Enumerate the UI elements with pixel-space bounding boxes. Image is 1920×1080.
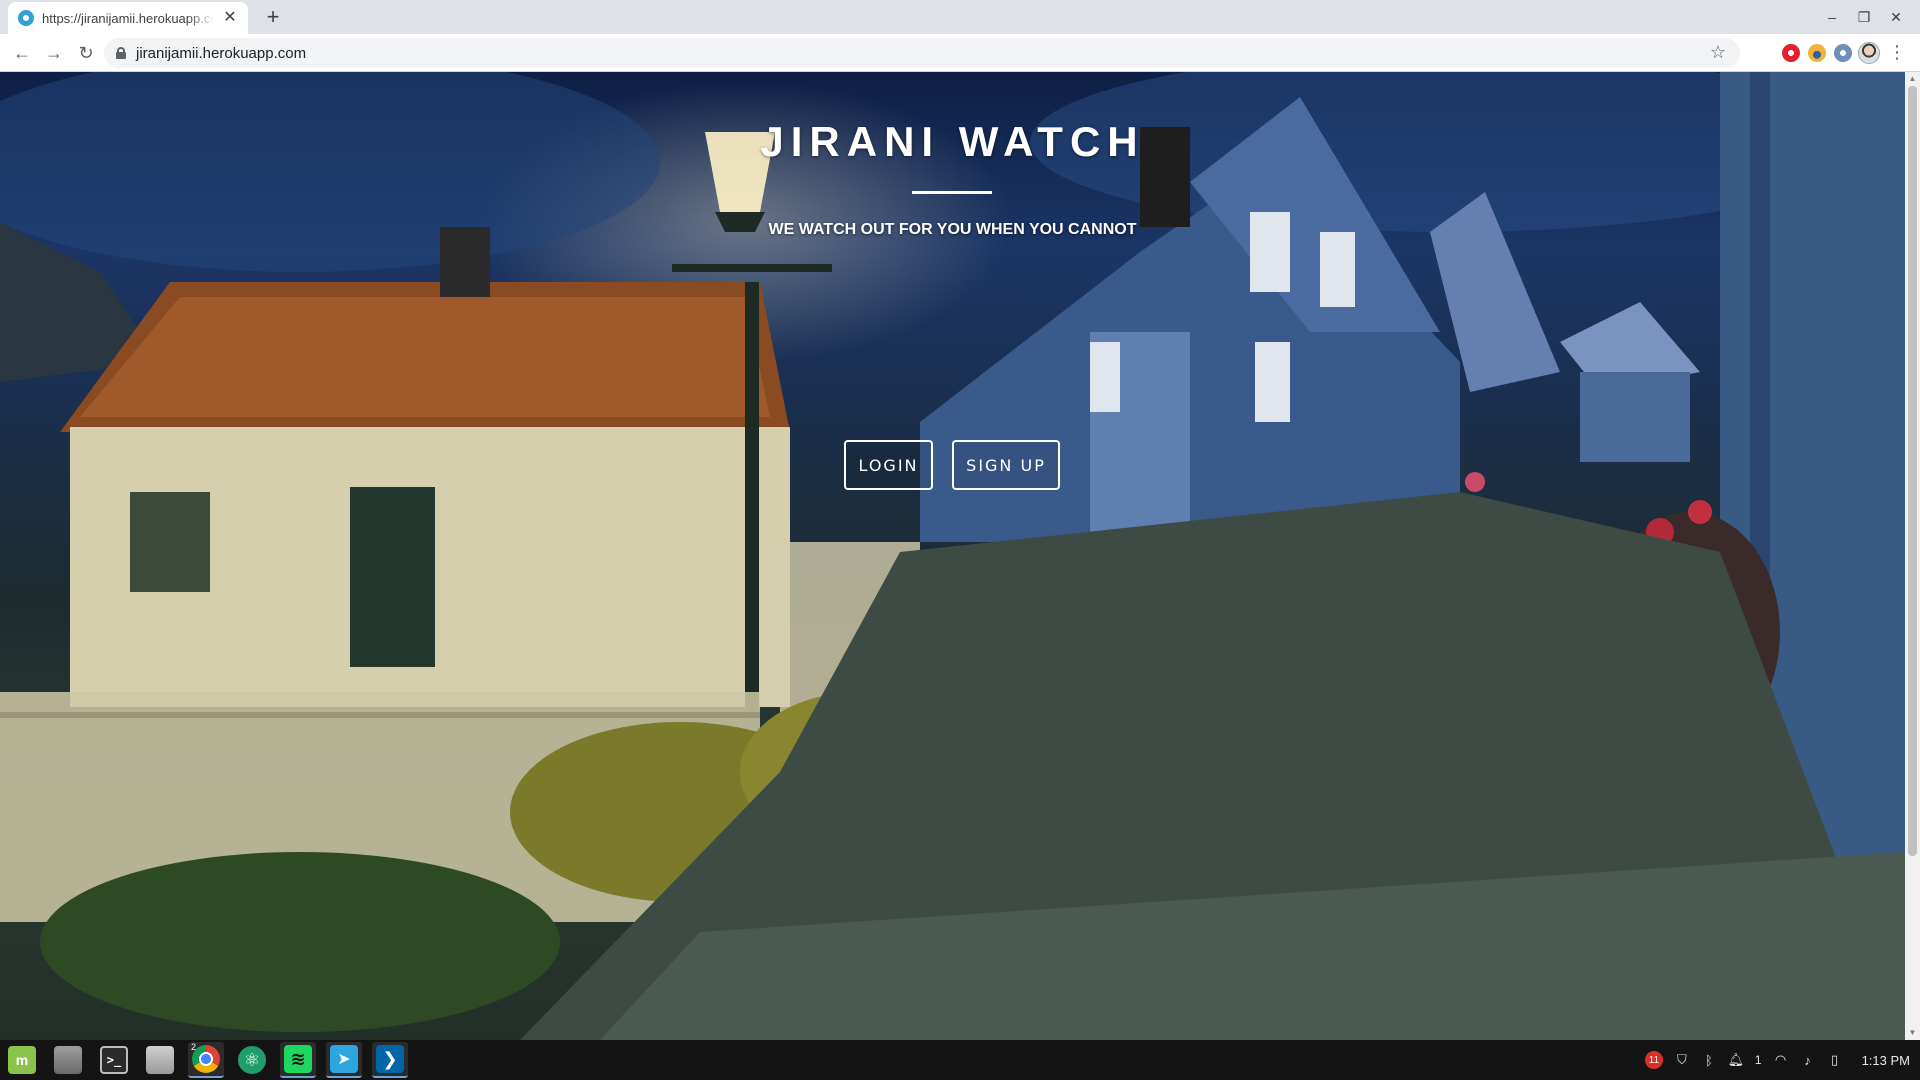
browser-tab-active[interactable]: https://jiranijamii.herokuapp.com ✕	[8, 2, 248, 34]
bookmark-star-icon[interactable]: ☆	[1710, 42, 1726, 63]
lock-icon[interactable]	[116, 47, 126, 59]
forward-button[interactable]: →	[42, 41, 66, 65]
terminal-icon[interactable]: >_	[96, 1042, 132, 1078]
mint-menu-icon[interactable]: m	[4, 1042, 40, 1078]
new-tab-button[interactable]: +	[260, 4, 286, 30]
wifi-icon[interactable]: ◠	[1773, 1052, 1789, 1068]
back-button[interactable]: ←	[10, 41, 34, 65]
scrollbar-thumb[interactable]	[1908, 86, 1917, 856]
browser-menu-icon[interactable]: ⋮	[1888, 42, 1906, 62]
extension-icon[interactable]	[1834, 44, 1852, 62]
url-text[interactable]: jiranijamii.herokuapp.com	[136, 45, 306, 62]
show-desktop-icon[interactable]	[50, 1042, 86, 1078]
hero-divider	[912, 191, 992, 194]
notification-count: 1	[1754, 1053, 1762, 1067]
ghostery-icon[interactable]	[1808, 44, 1826, 62]
page-viewport: JIRANI WATCH WE WATCH OUT FOR YOU WHEN Y…	[0, 72, 1905, 1040]
hero-title: JIRANI WATCH	[760, 118, 1145, 165]
scroll-up-arrow-icon[interactable]: ▲	[1905, 72, 1920, 86]
atom-icon[interactable]: ⚛	[234, 1042, 270, 1078]
reload-button[interactable]: ↻	[74, 41, 98, 65]
browser-toolbar: ← → ↻ jiranijamii.herokuapp.com ☆ ⋮	[0, 34, 1920, 72]
hero-subtitle: WE WATCH OUT FOR YOU WHEN YOU CANNOT	[768, 221, 1137, 238]
signup-button[interactable]: SIGN UP	[952, 440, 1060, 490]
address-bar[interactable]: jiranijamii.herokuapp.com ☆	[104, 38, 1740, 68]
window-controls: – ❐ ✕	[1816, 6, 1912, 28]
browser-tab-bar: https://jiranijamii.herokuapp.com ✕ + – …	[0, 0, 1920, 34]
scroll-down-arrow-icon[interactable]: ▼	[1905, 1026, 1920, 1040]
notification-bell-icon[interactable]: 🔔︎	[1728, 1052, 1745, 1068]
close-tab-icon[interactable]: ✕	[222, 10, 238, 26]
site-favicon-icon	[18, 10, 34, 26]
os-taskbar: m >_ 2 ⚛ ≋ ➤ ❯ 11 ⛉ ᛒ 🔔︎ 1 ◠ ♪ ▯ 1:13 PM	[0, 1040, 1920, 1080]
shield-icon[interactable]: ⛉	[1674, 1052, 1690, 1068]
system-tray: 11 ⛉ ᛒ 🔔︎ 1 ◠ ♪ ▯ 1:13 PM	[1644, 1040, 1910, 1080]
file-manager-icon[interactable]	[142, 1042, 178, 1078]
restore-window-button[interactable]: ❐	[1848, 6, 1880, 28]
minimize-window-button[interactable]: –	[1816, 6, 1848, 28]
update-badge-icon[interactable]: 11	[1644, 1051, 1663, 1069]
close-window-button[interactable]: ✕	[1880, 6, 1912, 28]
profile-avatar[interactable]	[1858, 42, 1880, 64]
login-button[interactable]: LOGIN	[844, 440, 933, 490]
opera-icon[interactable]	[1782, 44, 1800, 62]
tab-title: https://jiranijamii.herokuapp.com	[42, 10, 214, 26]
chrome-window-count: 2	[191, 1042, 197, 1052]
hero-section: JIRANI WATCH WE WATCH OUT FOR YOU WHEN Y…	[0, 72, 1905, 1040]
clock[interactable]: 1:13 PM	[1862, 1053, 1910, 1068]
spotify-icon[interactable]: ≋	[280, 1042, 316, 1078]
bluetooth-icon[interactable]: ᛒ	[1701, 1052, 1717, 1068]
volume-icon[interactable]: ♪	[1800, 1052, 1816, 1068]
vscode-icon[interactable]: ❯	[372, 1042, 408, 1078]
page-scrollbar[interactable]: ▲ ▼	[1905, 72, 1920, 1040]
telegram-icon[interactable]: ➤	[326, 1042, 362, 1078]
chrome-icon[interactable]: 2	[188, 1042, 224, 1078]
battery-icon[interactable]: ▯	[1827, 1052, 1843, 1068]
